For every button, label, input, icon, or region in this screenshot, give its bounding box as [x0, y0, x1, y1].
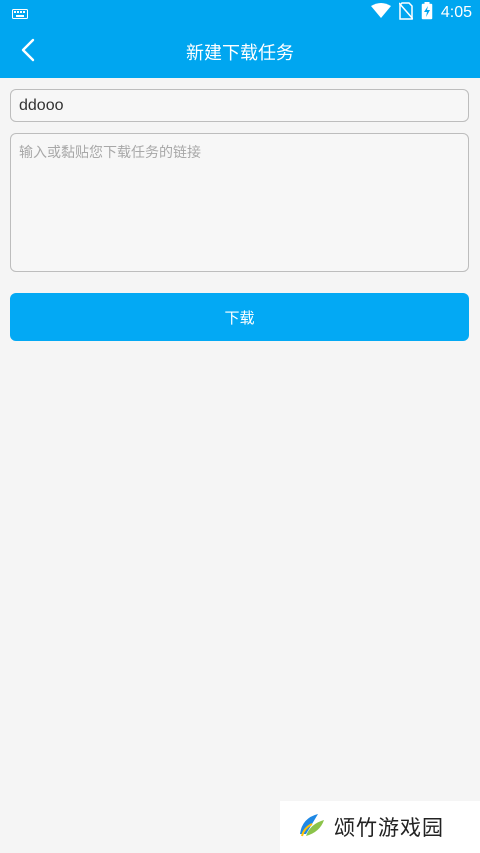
- download-button[interactable]: 下载: [10, 293, 469, 341]
- watermark: 颂竹游戏园: [280, 801, 480, 853]
- leaf-logo-icon: [296, 810, 326, 844]
- task-name-input[interactable]: [10, 89, 469, 122]
- page-title: 新建下载任务: [186, 43, 294, 64]
- app-bar: 新建下载任务: [0, 26, 480, 78]
- url-input[interactable]: [10, 133, 469, 272]
- status-time: 4:05: [440, 4, 472, 21]
- status-left: [12, 4, 28, 23]
- status-right: 4:05: [370, 2, 472, 24]
- battery-charging-icon: [421, 2, 433, 24]
- back-button[interactable]: [8, 32, 48, 72]
- chevron-left-icon: [21, 38, 35, 66]
- keyboard-icon: [12, 4, 28, 23]
- status-bar: 4:05: [0, 0, 480, 26]
- watermark-text: 颂竹游戏园: [334, 816, 444, 840]
- no-sim-icon: [398, 2, 414, 24]
- wifi-icon: [370, 3, 391, 23]
